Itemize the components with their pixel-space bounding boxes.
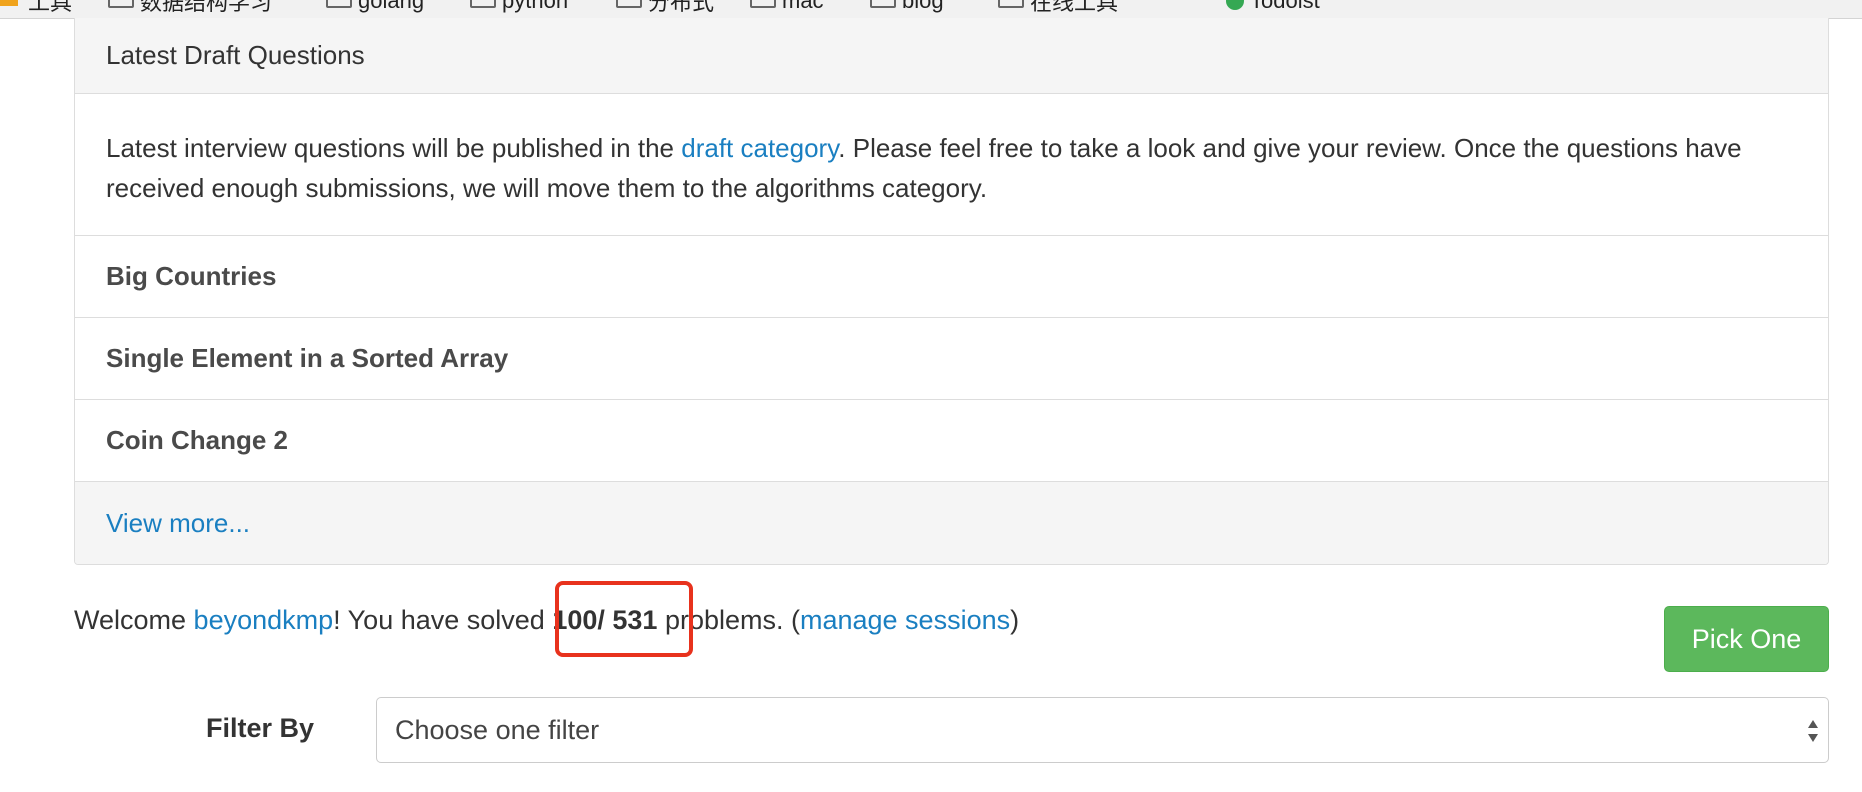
question-row[interactable]: Single Element in a Sorted Array — [75, 318, 1828, 400]
bookmark-label: Todoist — [1250, 0, 1320, 13]
folder-icon — [616, 0, 642, 8]
question-row[interactable]: Coin Change 2 — [75, 400, 1828, 482]
question-title[interactable]: Big Countries — [106, 261, 276, 292]
welcome-message: Welcome beyondkmp! You have solved 100/ … — [74, 605, 1019, 636]
panel-footer: View more... — [75, 482, 1828, 564]
question-title[interactable]: Coin Change 2 — [106, 425, 288, 456]
bookmark-label: golang — [358, 0, 425, 13]
bookmark-folder[interactable]: golang — [326, 0, 424, 13]
bookmark-label: mac — [782, 0, 824, 13]
draft-questions-panel: Latest Draft Questions Latest interview … — [74, 18, 1829, 565]
filter-selected-value: Choose one filter — [395, 714, 600, 745]
question-title[interactable]: Single Element in a Sorted Array — [106, 343, 508, 374]
filter-select[interactable]: Choose one filter — [376, 697, 1829, 763]
welcome-middle: ! You have solved — [333, 605, 553, 635]
bookmark-folder[interactable]: blog — [870, 0, 944, 13]
todoist-icon — [1226, 0, 1244, 10]
highlight-annotation-box — [555, 581, 693, 657]
bookmark-label: 在线工具 — [1030, 0, 1119, 15]
welcome-prefix: Welcome — [74, 605, 194, 635]
manage-sessions-link[interactable]: manage sessions — [800, 605, 1010, 635]
bookmark-label: blog — [902, 0, 944, 13]
bookmark-folder[interactable]: 分布式 — [616, 0, 714, 15]
folder-icon — [870, 0, 896, 8]
select-arrows-icon — [1808, 720, 1818, 742]
folder-icon — [108, 0, 134, 8]
close-paren: ) — [1010, 605, 1020, 635]
panel-intro: Latest interview questions will be publi… — [75, 94, 1828, 236]
bookmark-folder[interactable]: 数据结构学习 — [108, 0, 272, 15]
draft-category-link[interactable]: draft category — [681, 133, 838, 163]
bookmarks-bar: 工具 数据结构学习 golang python 分布式 mac blog 在线工… — [0, 0, 1862, 19]
bookmark-label: python — [502, 0, 569, 13]
username-link[interactable]: beyondkmp — [194, 605, 334, 635]
bookmark-label: 工具 — [28, 0, 73, 15]
filter-label: Filter By — [206, 713, 315, 743]
folder-icon — [750, 0, 776, 8]
folder-icon — [470, 0, 496, 8]
question-row[interactable]: Big Countries — [75, 236, 1828, 318]
bookmark-item[interactable]: 工具 — [28, 0, 72, 15]
bookmark-item[interactable]: Todoist — [1226, 0, 1320, 13]
pick-one-button[interactable]: Pick One — [1664, 606, 1829, 672]
bookmark-label: 数据结构学习 — [140, 0, 273, 15]
intro-text: Latest interview questions will be publi… — [106, 133, 682, 163]
panel-heading: Latest Draft Questions — [75, 18, 1828, 94]
bookmark-app-icon — [0, 0, 18, 6]
bookmark-folder[interactable]: mac — [750, 0, 824, 13]
panel-title: Latest Draft Questions — [106, 40, 365, 70]
folder-icon — [326, 0, 352, 8]
bookmark-folder[interactable]: python — [470, 0, 568, 13]
view-more-link[interactable]: View more... — [106, 508, 250, 539]
bookmark-folder[interactable]: 在线工具 — [998, 0, 1118, 15]
folder-icon — [998, 0, 1024, 8]
bookmark-label: 分布式 — [648, 0, 715, 15]
